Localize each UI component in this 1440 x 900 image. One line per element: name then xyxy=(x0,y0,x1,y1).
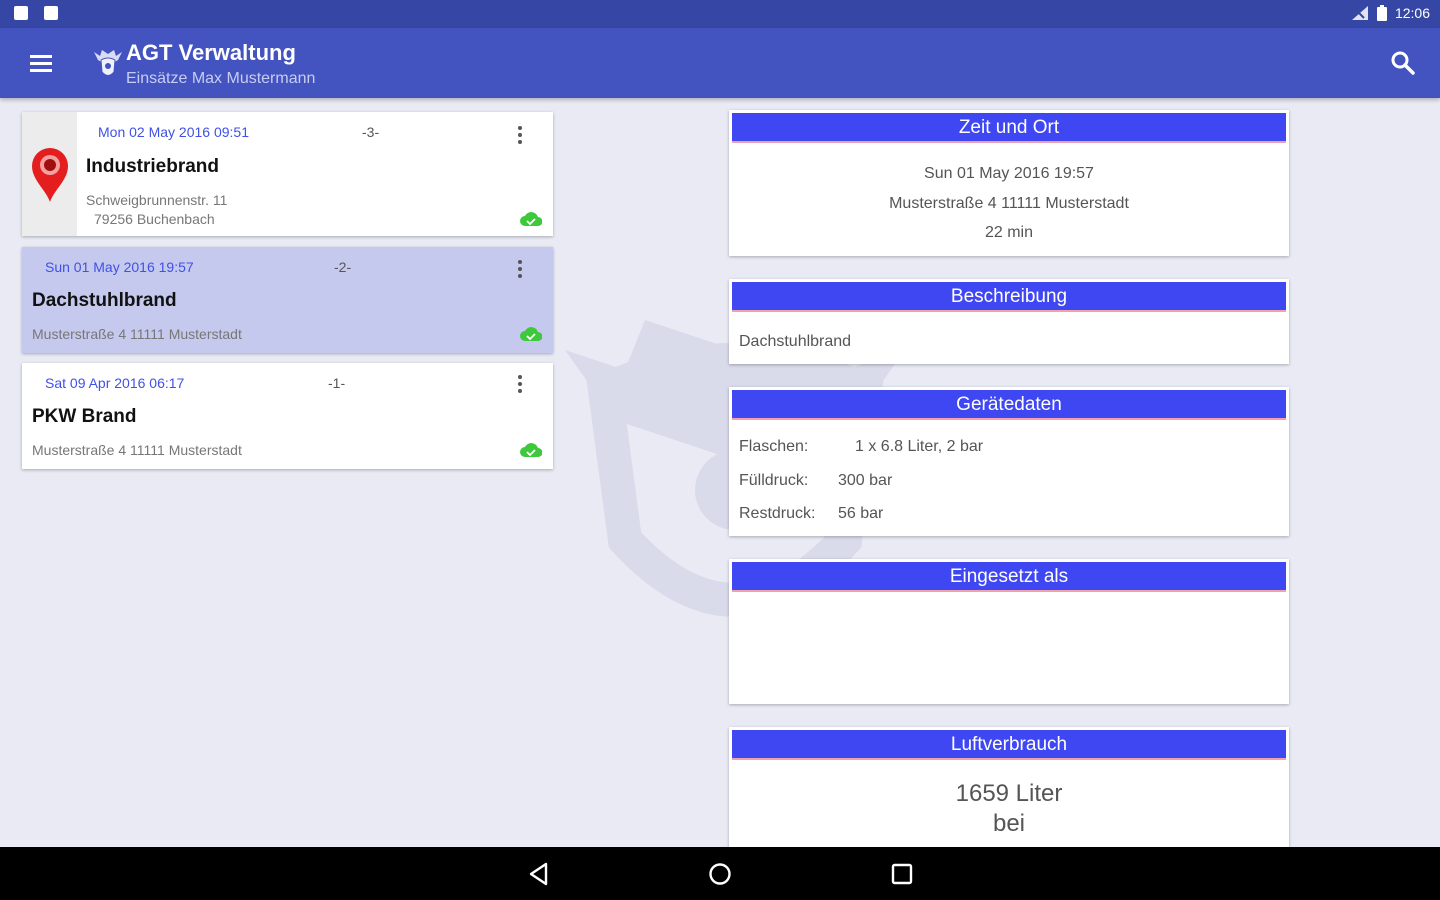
more-options-icon[interactable] xyxy=(510,257,530,281)
incident-datetime: Sun 01 May 2016 19:57 xyxy=(924,165,1094,182)
field-value: 56 bar xyxy=(838,505,884,522)
incident-address: Musterstraße 4 11111 Musterstadt xyxy=(889,195,1129,212)
search-icon[interactable] xyxy=(1390,50,1416,76)
cloud-sync-icon xyxy=(520,443,542,457)
cloud-sync-icon xyxy=(520,327,542,341)
list-item-title: Industriebrand xyxy=(86,156,220,177)
list-item-date: Sat 09 Apr 2016 06:17 xyxy=(45,375,185,391)
list-item-address: Musterstraße 4 11111 Musterstadt xyxy=(32,326,242,342)
air-consumption-detail: bei xyxy=(992,810,1026,837)
field-value: 1 x 6.8 Liter, 2 bar xyxy=(855,438,984,455)
air-consumption-value: 1659 Liter xyxy=(955,780,1063,807)
panel-eingesetzt-als: Eingesetzt als xyxy=(729,559,1289,704)
more-options-icon[interactable] xyxy=(510,372,530,396)
recent-apps-icon[interactable] xyxy=(889,861,915,887)
list-item-address: Musterstraße 4 11111 Musterstadt xyxy=(32,442,242,458)
navigation-bar xyxy=(0,847,1440,900)
notification-icon xyxy=(14,6,28,20)
cloud-sync-icon xyxy=(520,212,542,226)
list-item-address: 79256 Buchenbach xyxy=(94,211,215,227)
description-text: Dachstuhlbrand xyxy=(739,333,852,350)
field-label: Fülldruck: xyxy=(739,472,809,489)
app-subtitle: Einsätze Max Mustermann xyxy=(126,70,316,87)
list-item-date: Mon 02 May 2016 09:51 xyxy=(98,124,249,140)
home-icon[interactable] xyxy=(707,861,733,887)
map-pin-icon xyxy=(32,148,68,202)
list-item[interactable]: Mon 02 May 2016 09:51 -3- Industriebrand… xyxy=(22,112,553,236)
list-item-title: Dachstuhlbrand xyxy=(32,290,177,311)
field-label: Flaschen: xyxy=(739,438,809,455)
menu-icon[interactable] xyxy=(26,50,56,76)
app-bar: AGT Verwaltung Einsätze Max Mustermann xyxy=(0,28,1440,98)
panel-header: Eingesetzt als xyxy=(732,562,1286,592)
panel-header: Gerätedaten xyxy=(732,390,1286,420)
map-pin-area xyxy=(22,112,77,236)
logo-icon xyxy=(94,50,122,76)
field-value: 300 bar xyxy=(838,472,893,489)
panel-geraetedaten: Gerätedaten Flaschen: 1 x 6.8 Liter, 2 b… xyxy=(729,387,1289,536)
panel-luftverbrauch: Luftverbrauch 1659 Liter bei xyxy=(729,727,1289,857)
battery-icon xyxy=(1376,5,1387,21)
panel-zeit-und-ort: Zeit und Ort Sun 01 May 2016 19:57 Muste… xyxy=(729,110,1289,256)
system-icons: 12:06 xyxy=(1351,5,1430,21)
notification-icons xyxy=(14,6,58,20)
list-item[interactable]: Sun 01 May 2016 19:57 -2- Dachstuhlbrand… xyxy=(22,247,553,353)
list-item-number: -3- xyxy=(362,124,380,140)
incident-duration: 22 min xyxy=(984,224,1034,241)
list-item[interactable]: Sat 09 Apr 2016 06:17 -1- PKW Brand Must… xyxy=(22,363,553,469)
signal-icon xyxy=(1351,6,1368,20)
list-item-number: -1- xyxy=(328,375,346,391)
back-icon[interactable] xyxy=(526,861,552,887)
panel-header: Beschreibung xyxy=(732,282,1286,312)
more-options-icon[interactable] xyxy=(510,123,530,147)
list-item-title: PKW Brand xyxy=(32,406,137,427)
field-label: Restdruck: xyxy=(739,505,816,522)
notification-icon xyxy=(44,6,58,20)
panel-header: Zeit und Ort xyxy=(732,113,1286,143)
status-bar: 12:06 xyxy=(0,0,1440,28)
app-title: AGT Verwaltung xyxy=(126,40,296,65)
panel-beschreibung: Beschreibung Dachstuhlbrand xyxy=(729,279,1289,364)
list-item-date: Sun 01 May 2016 19:57 xyxy=(45,259,194,275)
panel-header: Luftverbrauch xyxy=(732,730,1286,760)
list-item-number: -2- xyxy=(334,259,352,275)
list-item-address: Schweigbrunnenstr. 11 xyxy=(86,192,228,208)
clock: 12:06 xyxy=(1394,5,1430,21)
